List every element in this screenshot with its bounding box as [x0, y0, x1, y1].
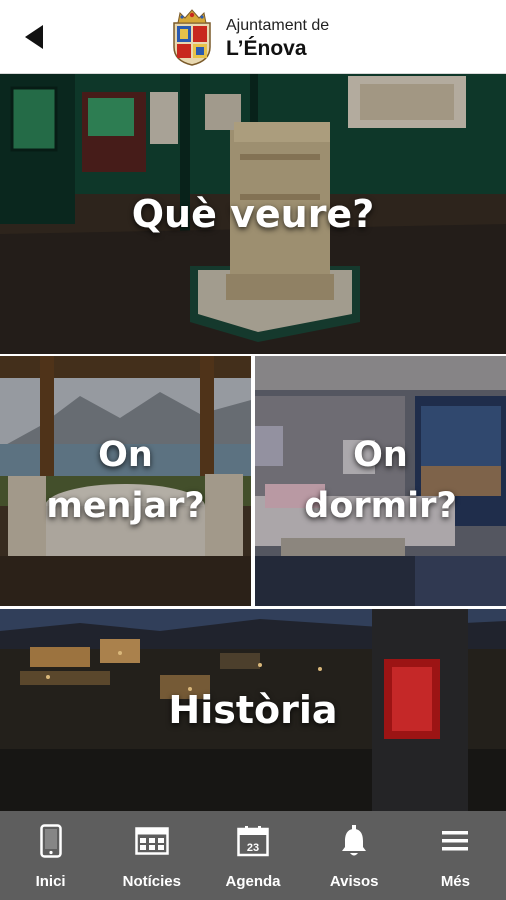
phone-icon	[34, 823, 68, 859]
back-button[interactable]	[14, 17, 54, 57]
nav-label-agenda: Agenda	[225, 873, 281, 890]
bell-icon	[337, 823, 371, 859]
tile-on-dormir[interactable]: On dormir?	[255, 356, 506, 606]
bottom-navigation: Inici Notícies 23 Agenda Avisos Més	[0, 811, 506, 900]
tile-label-on-dormir: On dormir?	[304, 430, 456, 532]
nav-item-avisos[interactable]: Avisos	[304, 811, 405, 900]
tile-que-veure[interactable]: Què veure?	[0, 74, 506, 354]
tile-label-historia: Història	[168, 688, 338, 732]
nav-label-inici: Inici	[35, 873, 66, 890]
tile-on-menjar[interactable]: On menjar?	[0, 356, 251, 606]
brand-line1: Ajuntament de	[226, 16, 330, 34]
nav-label-avisos: Avisos	[329, 873, 379, 890]
nav-item-mes[interactable]: Més	[405, 811, 506, 900]
tile-historia[interactable]: Història	[0, 609, 506, 811]
nav-label-mes: Més	[440, 873, 470, 890]
nav-label-noticies: Notícies	[122, 873, 181, 890]
calendar-day-number: 23	[247, 842, 259, 854]
nav-item-inici[interactable]: Inici	[0, 811, 101, 900]
tile-label-on-menjar-line1: On	[98, 435, 153, 476]
tile-label-on-menjar-line2: menjar?	[46, 486, 205, 526]
nav-item-noticies[interactable]: Notícies	[101, 811, 202, 900]
menu-icon	[438, 823, 472, 859]
back-arrow-icon	[25, 25, 43, 49]
tile-label-on-dormir-line1: On	[353, 435, 408, 476]
tile-label-on-dormir-line2: dormir?	[304, 486, 457, 526]
newspaper-icon	[135, 823, 169, 859]
tile-label-que-veure: Què veure?	[131, 192, 375, 236]
municipality-brand: Ajuntament de L’Énova	[166, 7, 329, 67]
nav-item-agenda[interactable]: 23 Agenda	[202, 811, 303, 900]
calendar-icon: 23	[236, 823, 270, 859]
brand-line2: L’Énova	[226, 36, 307, 60]
tile-label-on-menjar: On menjar?	[46, 430, 204, 532]
crest-logo	[173, 9, 211, 66]
app-header: Ajuntament de L’Énova	[0, 0, 506, 74]
